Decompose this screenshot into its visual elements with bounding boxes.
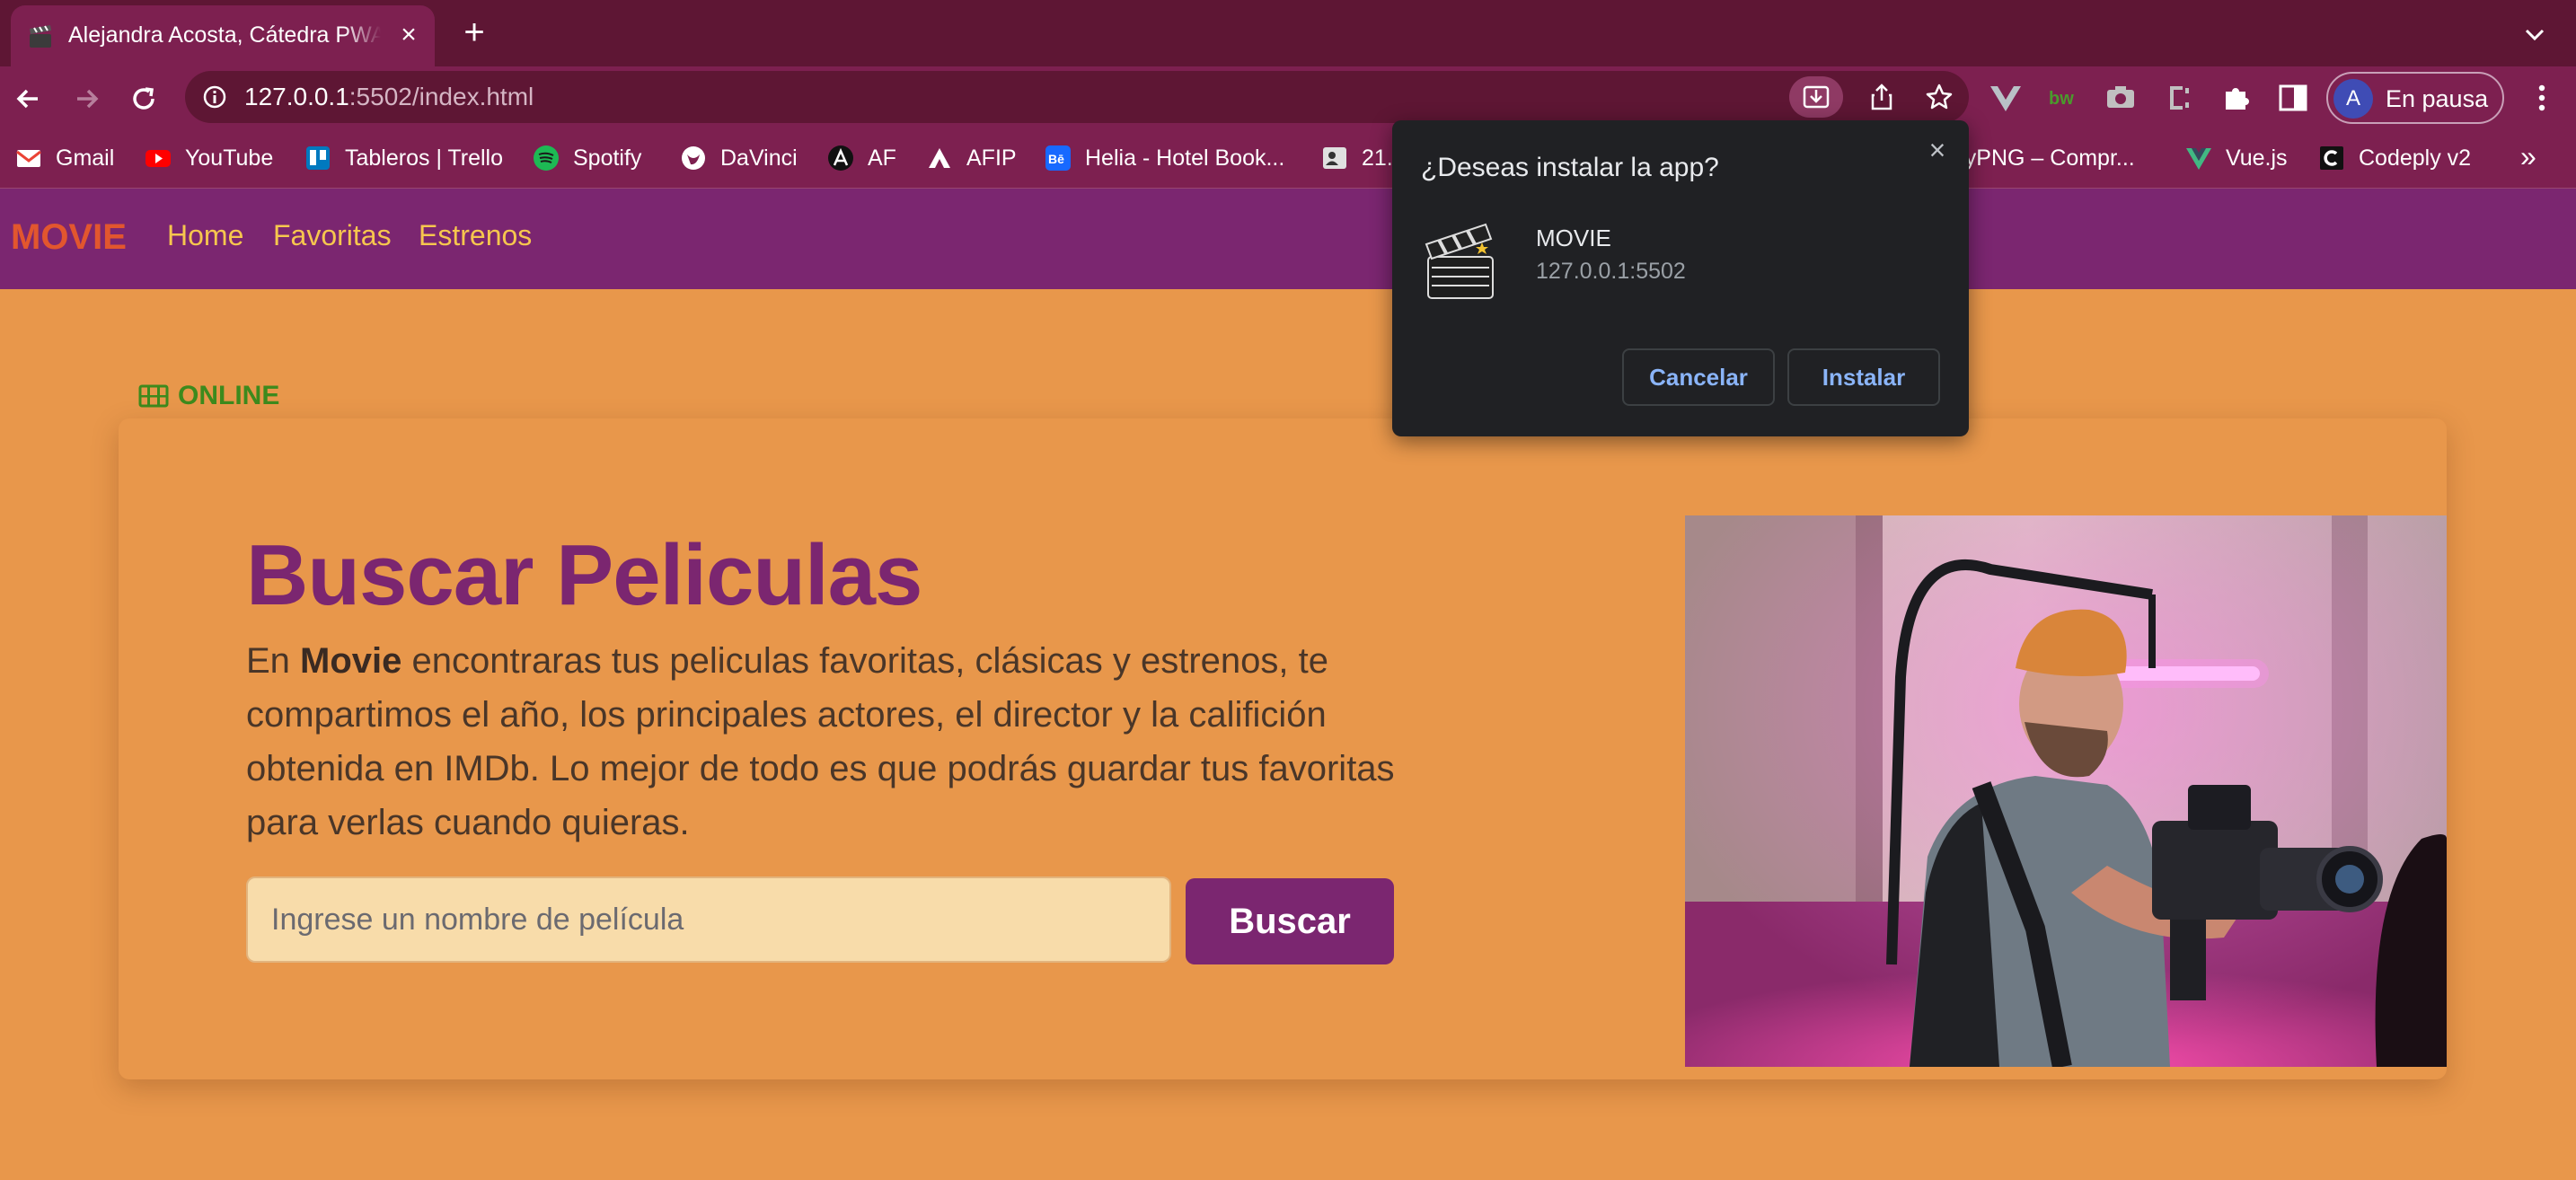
bookmark-helia[interactable]: Bē Helia - Hotel Book... (1044, 142, 1284, 174)
forward-arrow-icon[interactable] (66, 79, 106, 119)
contact-icon (1323, 147, 1346, 169)
svg-text:Bē: Bē (1048, 152, 1064, 166)
install-app-icon (1803, 85, 1830, 109)
bw-extension-icon[interactable]: bw (2044, 79, 2082, 117)
browser-toolbar: 127.0.0.1:5502/index.html bw A En pausa (0, 66, 2576, 129)
nav-favoritas[interactable]: Favoritas (273, 219, 392, 252)
behance-icon: Bē (1045, 145, 1071, 171)
back-arrow-icon[interactable] (9, 79, 49, 119)
clapperboard-icon (30, 25, 51, 48)
hero-photo-cameraman (1685, 515, 2447, 1067)
afip-icon (929, 148, 950, 168)
tab-title: Alejandra Acosta, Cátedra PWA (68, 22, 381, 48)
search-button[interactable]: Buscar (1186, 878, 1394, 964)
trello-icon (306, 146, 330, 170)
browser-tab-strip: Alejandra Acosta, Cátedra PWA × + (0, 0, 2576, 66)
status-label: ONLINE (178, 381, 280, 410)
profile-status: En pausa (2386, 85, 2489, 112)
cancel-button[interactable]: Cancelar (1622, 348, 1775, 406)
address-bar[interactable]: 127.0.0.1:5502/index.html (185, 71, 1969, 123)
site-info-icon[interactable] (201, 84, 228, 110)
install-button[interactable]: Instalar (1787, 348, 1940, 406)
bookmark-star-icon[interactable] (1924, 82, 1954, 112)
vue-icon (2186, 148, 2211, 170)
bookmark-trello[interactable]: Tableros | Trello (304, 142, 503, 174)
search-input[interactable] (246, 876, 1171, 963)
browser-tab-active[interactable]: Alejandra Acosta, Cátedra PWA × (11, 5, 435, 66)
extensions-puzzle-icon[interactable] (2217, 79, 2254, 117)
hero-description: En Movie encontraras tus peliculas favor… (246, 641, 1395, 842)
bookmark-vue[interactable]: Vue.js (2184, 142, 2288, 174)
close-icon[interactable]: × (1924, 136, 1951, 164)
dialog-title: ¿Deseas instalar la app? (1421, 153, 1719, 182)
bookmark-youtube[interactable]: YouTube (144, 142, 273, 174)
gmail-icon (16, 150, 41, 167)
bookmark-af[interactable]: AF (826, 142, 896, 174)
af-icon (828, 145, 853, 171)
connection-status: ONLINE (138, 381, 279, 411)
vue-devtools-extension-icon[interactable] (1987, 79, 2025, 117)
svg-text:bw: bw (2049, 89, 2074, 109)
bookmark-contact[interactable]: 21. (1320, 142, 1393, 174)
bookmark-davinci[interactable]: DaVinci (679, 142, 798, 174)
bookmark-gmail[interactable]: Gmail (14, 142, 114, 174)
dialog-app-name: MOVIE (1536, 225, 1611, 251)
film-icon (138, 384, 169, 408)
clapperboard-icon (1425, 223, 1494, 299)
davinci-icon (682, 146, 705, 170)
avatar: A (2333, 79, 2373, 119)
nav-home[interactable]: Home (167, 219, 243, 252)
more-vertical-icon[interactable] (2524, 79, 2560, 117)
camera-extension-icon[interactable] (2102, 79, 2139, 117)
css-extension-icon[interactable] (2159, 79, 2197, 117)
codeply-icon (2320, 146, 2343, 170)
bookmarks-overflow-button[interactable]: » (2520, 140, 2536, 173)
bookmarks-bar: Gmail YouTube Tableros | Trello Spotify … (0, 129, 2576, 189)
tab-search-chevron-icon[interactable] (2519, 18, 2551, 50)
page-title: Buscar Peliculas (246, 527, 922, 623)
dialog-app-origin: 127.0.0.1:5502 (1536, 259, 1686, 284)
install-app-button[interactable] (1789, 76, 1843, 118)
brand-logo[interactable]: MOVIE (11, 217, 127, 258)
youtube-icon (146, 150, 171, 167)
reload-icon[interactable] (124, 79, 163, 119)
bookmark-afip[interactable]: AFIP (925, 142, 1017, 174)
share-icon[interactable] (1866, 82, 1897, 112)
profile-button[interactable]: A En pausa (2326, 72, 2504, 124)
spotify-icon (534, 145, 559, 171)
bookmark-codeply[interactable]: Codeply v2 (2317, 142, 2471, 174)
new-tab-icon[interactable]: + (458, 14, 490, 50)
nav-estrenos[interactable]: Estrenos (419, 219, 532, 252)
bookmark-spotify[interactable]: Spotify (532, 142, 641, 174)
site-navbar: MOVIE Home Favoritas Estrenos (0, 189, 2576, 289)
side-panel-icon[interactable] (2274, 79, 2312, 117)
address-url: 127.0.0.1:5502/index.html (244, 83, 534, 110)
close-tab-icon[interactable]: × (393, 20, 424, 50)
install-app-dialog: ¿Deseas instalar la app? × MOVIE 127.0.0… (1392, 120, 1969, 436)
